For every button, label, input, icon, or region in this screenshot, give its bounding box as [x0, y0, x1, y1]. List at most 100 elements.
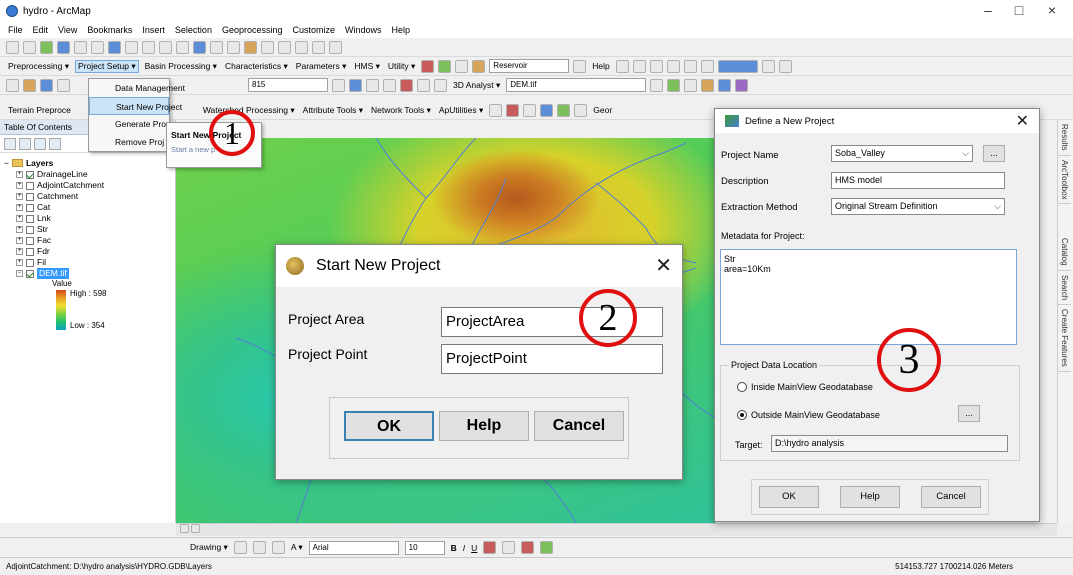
font-select[interactable]: Arial: [308, 540, 399, 555]
menu-file[interactable]: File: [8, 25, 23, 35]
metadata-textarea[interactable]: Str area=10Km: [720, 249, 1017, 345]
scene-icon[interactable]: [735, 78, 749, 92]
layer-checkbox[interactable]: [26, 192, 34, 201]
tool-h-icon[interactable]: [778, 59, 792, 73]
tool-f-icon[interactable]: [700, 59, 714, 73]
layer-checkbox[interactable]: [26, 225, 34, 234]
time-slider-icon[interactable]: [312, 40, 325, 54]
menu-characteristics[interactable]: Characteristics ▾: [223, 61, 290, 72]
html-popup-icon[interactable]: [227, 40, 240, 54]
expand-icon[interactable]: +: [16, 215, 23, 222]
layer-item[interactable]: + Lnk: [4, 213, 175, 224]
reservoir-select[interactable]: Reservoir: [489, 59, 570, 73]
list-by-source-icon[interactable]: [19, 137, 31, 150]
flag-icon[interactable]: [506, 103, 520, 117]
layer-checkbox[interactable]: [26, 214, 34, 223]
tool-b-icon[interactable]: [632, 59, 646, 73]
forward-icon[interactable]: [125, 40, 138, 54]
menu-attribute-tools[interactable]: Attribute Tools ▾: [301, 105, 365, 116]
python-icon[interactable]: [417, 78, 430, 92]
zoom-out-icon[interactable]: [23, 40, 36, 54]
list-by-drawing-order-icon[interactable]: [4, 137, 16, 150]
layer-item[interactable]: + Fdr: [4, 246, 175, 257]
define-ok-button[interactable]: OK: [759, 486, 819, 508]
menu-item-data-management[interactable]: Data Management: [89, 79, 185, 97]
point-delineation-icon[interactable]: [438, 59, 452, 73]
layer-item[interactable]: + Fac: [4, 235, 175, 246]
archydro-help-button[interactable]: Help: [590, 61, 611, 71]
description-input[interactable]: HMS model: [831, 172, 1005, 189]
fixed-zoom-out-icon[interactable]: [91, 40, 104, 54]
start-help-button[interactable]: Help: [439, 411, 529, 441]
list-by-selection-icon[interactable]: [49, 137, 61, 150]
trace-icon[interactable]: [455, 59, 469, 73]
layer-item[interactable]: + Catchment: [4, 191, 175, 202]
color-ramp-icon[interactable]: [717, 59, 758, 73]
menu-selection[interactable]: Selection: [175, 25, 212, 35]
flow-path-icon[interactable]: [421, 59, 435, 73]
barrier-icon[interactable]: [523, 103, 537, 117]
minimize-button[interactable]: –: [973, 2, 1003, 18]
expand-icon[interactable]: +: [16, 193, 23, 200]
3d-analyst-menu[interactable]: 3D Analyst ▾: [451, 80, 502, 91]
full-extent-icon[interactable]: [57, 40, 70, 54]
close-button[interactable]: ×: [1037, 2, 1067, 18]
define-cancel-button[interactable]: Cancel: [921, 486, 981, 508]
identify-icon[interactable]: [193, 40, 206, 54]
layer-item[interactable]: + Cat: [4, 202, 175, 213]
line-color-icon[interactable]: [521, 541, 535, 554]
layer-item[interactable]: + DrainageLine: [4, 169, 175, 180]
italic-button[interactable]: I: [463, 543, 465, 553]
underline-button[interactable]: U: [471, 543, 477, 553]
tool-g-icon[interactable]: [761, 59, 775, 73]
print-icon[interactable]: [57, 78, 70, 92]
menu-parameters[interactable]: Parameters ▾: [294, 61, 349, 72]
layer-item[interactable]: + Fil: [4, 257, 175, 268]
font-color-icon[interactable]: [483, 541, 497, 554]
inside-geodatabase-radio[interactable]: [737, 382, 747, 392]
menu-edit[interactable]: Edit: [33, 25, 49, 35]
fixed-zoom-in-icon[interactable]: [74, 40, 87, 54]
menu-terrain-preprocessing[interactable]: Terrain Preproce: [6, 105, 73, 115]
line-of-sight-icon[interactable]: [701, 78, 715, 92]
menu-utility[interactable]: Utility ▾: [386, 61, 417, 72]
layout-view-icon[interactable]: [191, 524, 201, 533]
layers-root[interactable]: − Layers: [4, 157, 175, 169]
tab-search[interactable]: Search: [1058, 271, 1071, 306]
menu-geoprocessing[interactable]: Geoprocessing: [222, 25, 283, 35]
extraction-method-select[interactable]: Original Stream Definition ⌵: [831, 198, 1005, 215]
layer-select[interactable]: DEM.tif: [506, 78, 647, 92]
maximize-button[interactable]: □: [1004, 2, 1034, 18]
tool-e-icon[interactable]: [683, 59, 697, 73]
menu-watershed-processing[interactable]: Watershed Processing ▾: [201, 105, 297, 116]
measure-icon[interactable]: [244, 40, 257, 54]
list-by-visibility-icon[interactable]: [34, 137, 46, 150]
start-ok-button[interactable]: OK: [344, 411, 434, 441]
menu-basin-processing[interactable]: Basin Processing ▾: [143, 61, 219, 72]
tab-catalog[interactable]: Catalog: [1058, 234, 1071, 271]
menu-windows[interactable]: Windows: [345, 25, 382, 35]
menu-item-start-new-project[interactable]: Start New Project: [89, 97, 182, 115]
tab-results[interactable]: Results: [1058, 120, 1071, 156]
contour-icon[interactable]: [650, 78, 664, 92]
start-dialog-close-icon[interactable]: ✕: [655, 253, 672, 278]
fill-color-icon[interactable]: [502, 541, 516, 554]
batch-point-icon[interactable]: [557, 103, 571, 117]
project-name-combo[interactable]: Soba_Valley ⌵: [831, 145, 973, 162]
layer-item-selected[interactable]: − DEM.tif: [4, 268, 175, 279]
new-document-icon[interactable]: [6, 78, 19, 92]
bold-button[interactable]: B: [451, 543, 457, 553]
layer-item[interactable]: + AdjointCatchment: [4, 180, 175, 191]
editor-icon[interactable]: [332, 78, 345, 92]
text-tool-menu[interactable]: A ▾: [291, 542, 303, 553]
globe-icon[interactable]: [718, 78, 732, 92]
tool-d-icon[interactable]: [666, 59, 680, 73]
collapse-icon[interactable]: −: [16, 270, 23, 277]
menu-item-generate-project[interactable]: Generate Pro: [89, 115, 169, 133]
pan-icon[interactable]: [40, 40, 53, 54]
data-view-icon[interactable]: [180, 524, 189, 533]
go-to-xy-icon[interactable]: [295, 40, 308, 54]
layer-item[interactable]: + Str: [4, 224, 175, 235]
expand-icon[interactable]: +: [16, 248, 23, 255]
pencil-icon[interactable]: [573, 59, 587, 73]
